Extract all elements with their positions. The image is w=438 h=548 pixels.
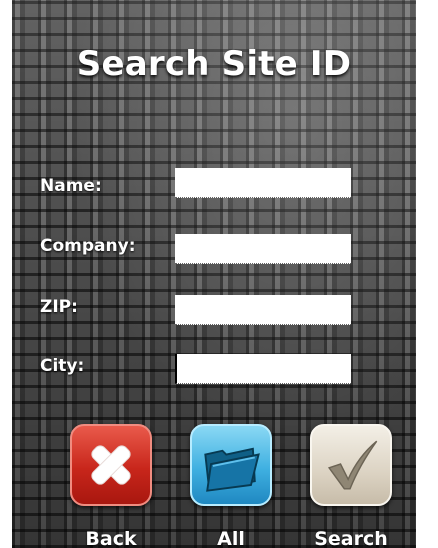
app-screen: Search Site ID Name: Company: ZIP: City:… [12,0,416,548]
close-x-icon [91,445,131,485]
all-button[interactable] [190,424,272,506]
folder-icon [204,447,260,492]
zip-field[interactable] [175,295,351,325]
city-field[interactable] [175,354,351,384]
company-field[interactable] [175,234,351,264]
name-label: Name: [40,176,102,196]
search-button-label: Search [314,528,388,548]
zip-label: ZIP: [40,297,78,317]
all-button-label: All [217,528,245,548]
city-label: City: [40,356,85,376]
name-field[interactable] [175,168,351,198]
company-label: Company: [40,236,136,256]
page-title: Search Site ID [76,44,352,84]
checkmark-icon [327,440,378,490]
back-button[interactable] [70,424,152,506]
search-button[interactable] [310,424,392,506]
back-button-label: Back [85,528,137,548]
